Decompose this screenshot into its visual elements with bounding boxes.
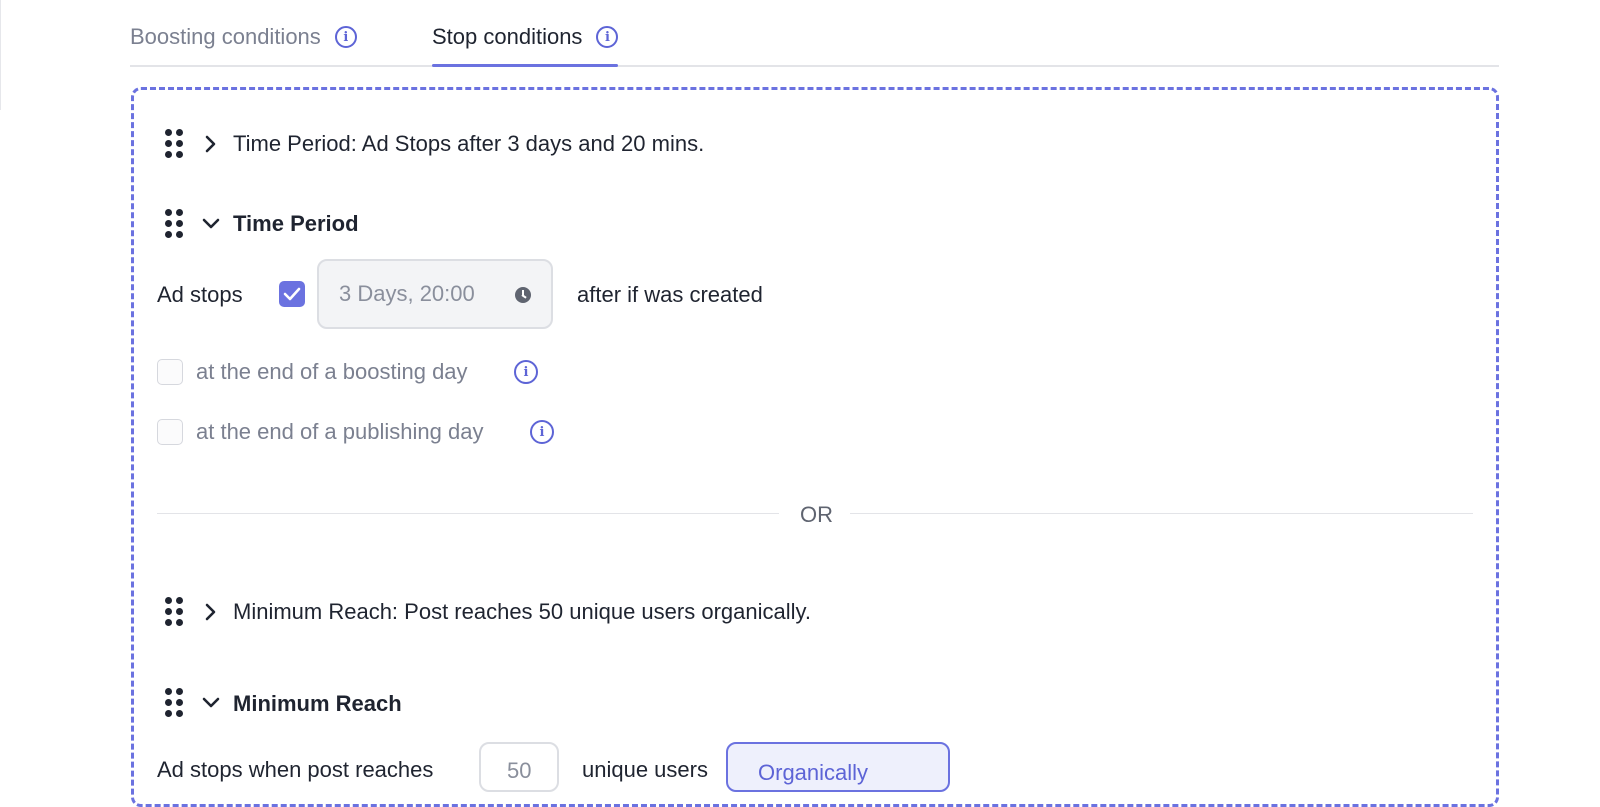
organically-label: Organically bbox=[758, 760, 869, 785]
left-edge-divider bbox=[0, 0, 1, 110]
chevron-right-icon[interactable] bbox=[201, 602, 221, 622]
min-reach-summary[interactable]: Minimum Reach: Post reaches 50 unique us… bbox=[233, 598, 811, 626]
clock-icon[interactable] bbox=[515, 287, 531, 303]
time-duration-input[interactable]: 3 Days, 20:00 bbox=[317, 259, 553, 329]
info-icon[interactable]: i bbox=[596, 26, 619, 48]
drag-handle-icon[interactable] bbox=[164, 208, 184, 240]
publishing-day-label: at the end of a publishing day bbox=[196, 419, 484, 444]
tab-stop-conditions[interactable]: Stop conditions i bbox=[432, 20, 619, 67]
tab-boosting-conditions[interactable]: Boosting conditions i bbox=[130, 20, 357, 66]
publishing-day-checkbox[interactable] bbox=[157, 419, 183, 445]
info-icon[interactable]: i bbox=[334, 26, 357, 48]
boosting-day-label: at the end of a boosting day bbox=[196, 359, 468, 384]
condition-tabs: Boosting conditions i Stop conditions i bbox=[130, 0, 1499, 67]
tab-stop-label: Stop conditions bbox=[432, 24, 583, 49]
chevron-down-icon[interactable] bbox=[201, 693, 221, 713]
drag-handle-icon[interactable] bbox=[164, 128, 184, 160]
time-duration-value: 3 Days, 20:00 bbox=[339, 281, 475, 306]
time-period-title[interactable]: Time Period bbox=[233, 210, 359, 238]
chevron-down-icon[interactable] bbox=[201, 214, 221, 234]
time-period-summary[interactable]: Time Period: Ad Stops after 3 days and 2… bbox=[233, 130, 704, 158]
ad-stops-label: Ad stops bbox=[157, 282, 243, 307]
organically-dropdown-button[interactable]: Organically bbox=[726, 742, 950, 792]
chevron-right-icon[interactable] bbox=[201, 134, 221, 154]
info-icon[interactable]: i bbox=[514, 360, 538, 384]
boosting-day-checkbox[interactable] bbox=[157, 359, 183, 385]
drag-handle-icon[interactable] bbox=[164, 687, 184, 719]
drag-handle-icon[interactable] bbox=[164, 596, 184, 628]
or-divider-right bbox=[850, 513, 1473, 514]
min-reach-value: 50 bbox=[507, 758, 532, 783]
min-reach-unit: unique users bbox=[582, 757, 708, 782]
ad-stops-checkbox[interactable] bbox=[279, 281, 305, 307]
min-reach-text: Ad stops when post reaches bbox=[157, 757, 434, 782]
info-icon[interactable]: i bbox=[530, 420, 554, 444]
checkmark-icon bbox=[283, 287, 301, 301]
or-divider-left bbox=[157, 513, 779, 514]
or-separator: OR bbox=[800, 502, 833, 527]
min-reach-title[interactable]: Minimum Reach bbox=[233, 690, 402, 718]
tab-boosting-label: Boosting conditions bbox=[130, 24, 321, 49]
min-reach-input[interactable]: 50 bbox=[479, 742, 559, 792]
after-created-text: after if was created bbox=[577, 282, 763, 307]
